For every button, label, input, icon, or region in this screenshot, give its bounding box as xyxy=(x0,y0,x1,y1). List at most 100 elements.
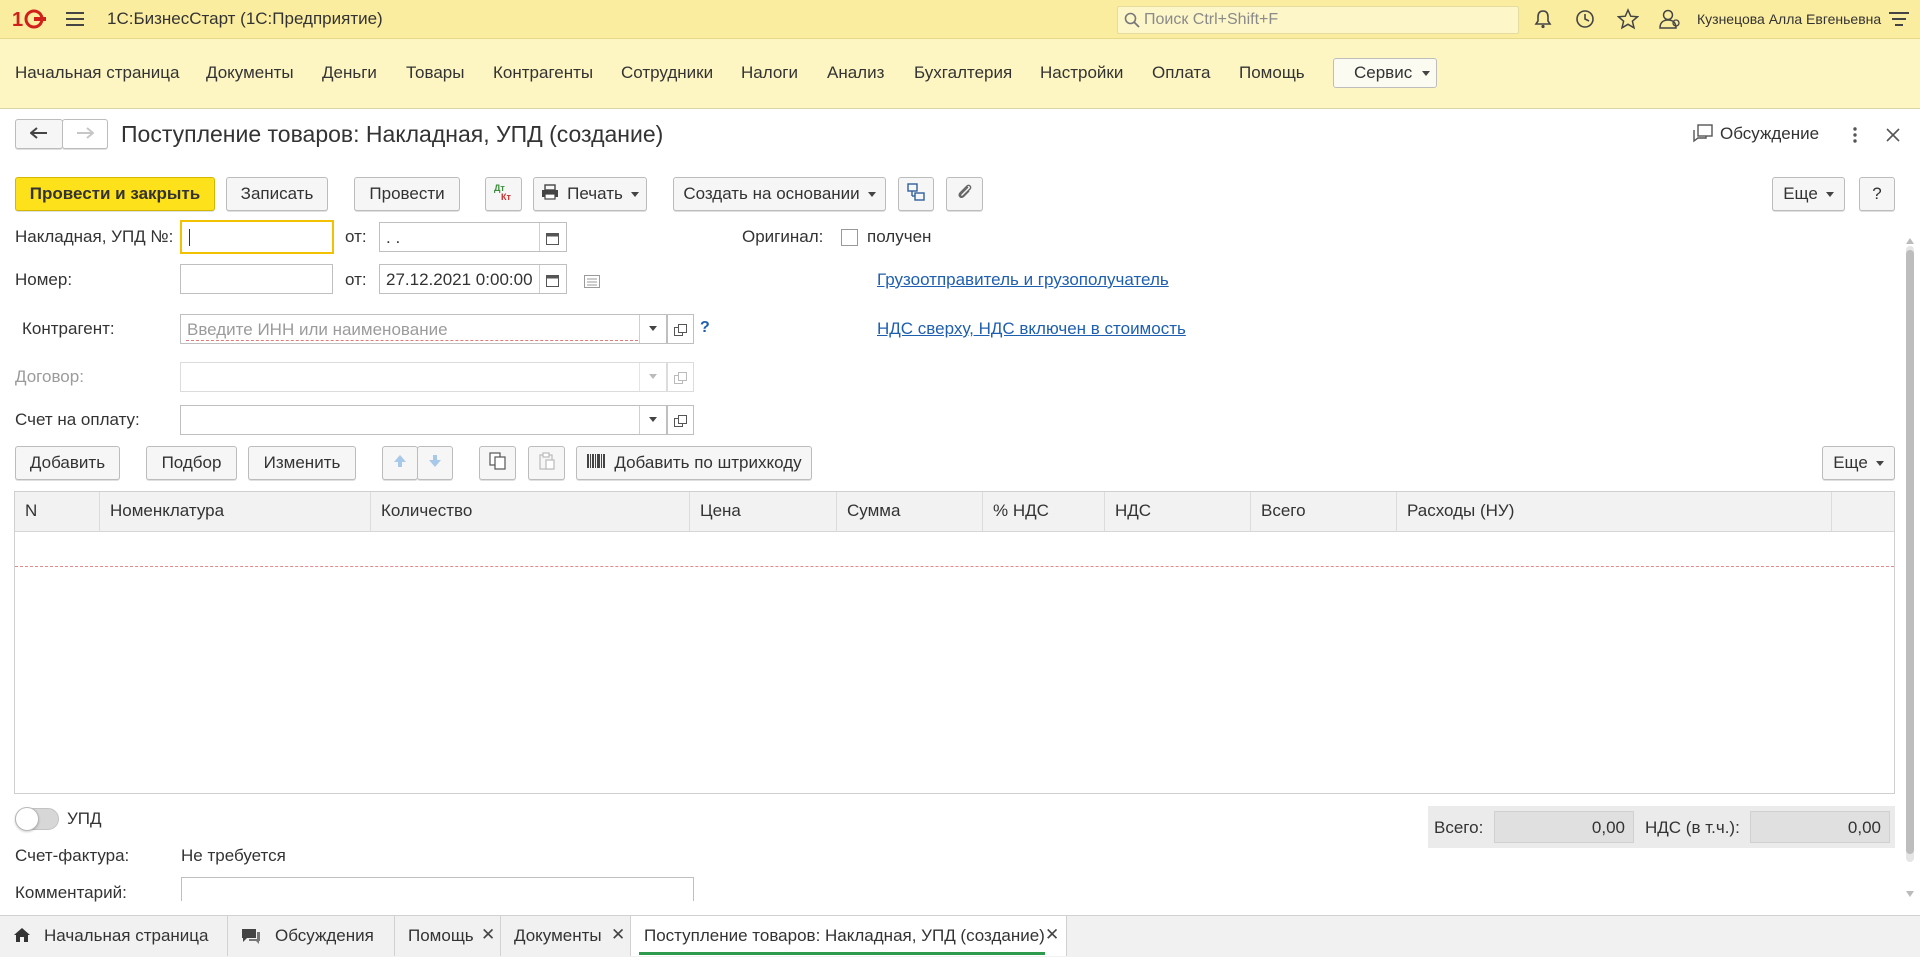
column-header-nomenclature[interactable]: Номенклатура xyxy=(100,492,371,531)
column-header-total[interactable]: Всего xyxy=(1251,492,1397,531)
favorites-star-icon[interactable] xyxy=(1616,8,1640,35)
column-header-vat[interactable]: НДС xyxy=(1105,492,1251,531)
notifications-icon[interactable] xyxy=(1533,9,1553,34)
add-by-barcode-button[interactable]: Добавить по штрихкоду xyxy=(576,446,812,480)
create-based-on-button[interactable]: Создать на основании xyxy=(673,177,886,211)
dt-kt-icon: Дт Кт xyxy=(493,182,515,207)
more-vertical-icon[interactable] xyxy=(1852,126,1858,149)
move-up-button[interactable] xyxy=(382,446,418,480)
sections-panel: Начальная страница Документы Деньги Това… xyxy=(0,39,1920,109)
vertical-scrollbar[interactable] xyxy=(1906,246,1914,862)
section-counterparties[interactable]: Контрагенты xyxy=(493,63,593,83)
empty-row-required-marker xyxy=(15,566,1894,567)
copy-icon xyxy=(488,451,507,475)
shipper-consignee-link[interactable]: Грузоотправитель и грузополучатель xyxy=(877,270,1169,290)
upd-toggle[interactable] xyxy=(15,807,59,831)
list-icon[interactable] xyxy=(584,273,600,293)
user-icon[interactable] xyxy=(1658,8,1682,35)
toggle-knob xyxy=(15,807,39,831)
section-taxes[interactable]: Налоги xyxy=(741,63,798,83)
pick-button[interactable]: Подбор xyxy=(146,446,237,480)
tab-documents[interactable]: Документы ✕ xyxy=(501,916,631,956)
change-button[interactable]: Изменить xyxy=(248,446,356,480)
section-analysis[interactable]: Анализ xyxy=(827,63,884,83)
move-down-button[interactable] xyxy=(417,446,453,480)
column-header-n[interactable]: N xyxy=(15,492,100,531)
close-icon[interactable] xyxy=(1886,127,1900,147)
section-money[interactable]: Деньги xyxy=(322,63,377,83)
tab-home[interactable]: Начальная страница xyxy=(0,916,228,956)
column-header-sum[interactable]: Сумма xyxy=(837,492,983,531)
tab-label: Документы xyxy=(514,926,602,945)
calendar-button[interactable] xyxy=(539,223,566,251)
paste-rows-button[interactable] xyxy=(528,446,565,480)
original-received-checkbox[interactable] xyxy=(841,229,858,246)
tab-discussions[interactable]: Обсуждения xyxy=(228,916,395,956)
counterparty-open-button[interactable] xyxy=(667,314,694,344)
back-button[interactable] xyxy=(15,119,63,149)
post-button[interactable]: Провести xyxy=(354,177,460,211)
copy-rows-button[interactable] xyxy=(479,446,516,480)
discussion-link[interactable]: Обсуждение xyxy=(1720,124,1819,144)
vat-mode-link[interactable]: НДС сверху, НДС включен в стоимость xyxy=(877,319,1186,339)
column-header-price[interactable]: Цена xyxy=(690,492,837,531)
settings-menu-icon[interactable] xyxy=(1889,11,1909,34)
section-payment[interactable]: Оплата xyxy=(1152,63,1210,83)
search-icon xyxy=(1124,12,1140,33)
text-cursor xyxy=(189,229,190,246)
1c-logo-icon[interactable]: 1 xyxy=(12,7,48,36)
tab-help[interactable]: Помощь ✕ xyxy=(395,916,501,956)
payment-invoice-open-button[interactable] xyxy=(667,405,694,435)
counterparty-field[interactable]: Введите ИНН или наименование xyxy=(180,314,667,344)
close-tab-icon[interactable]: ✕ xyxy=(481,925,495,945)
doc-date-field[interactable]: 27.12.2021 0:00:00 xyxy=(379,264,567,294)
column-header-vat-rate[interactable]: % НДС xyxy=(983,492,1105,531)
user-name[interactable]: Кузнецова Алла Евгеньевна xyxy=(1697,11,1881,27)
service-button[interactable]: Сервис xyxy=(1333,58,1437,88)
section-settings[interactable]: Настройки xyxy=(1040,63,1123,83)
section-employees[interactable]: Сотрудники xyxy=(621,63,713,83)
close-tab-icon[interactable]: ✕ xyxy=(1045,925,1059,945)
post-and-close-button[interactable]: Провести и закрыть xyxy=(15,177,215,211)
search-input[interactable]: Поиск Ctrl+Shift+F xyxy=(1117,6,1519,34)
original-received-label[interactable]: получен xyxy=(867,227,931,247)
counterparty-help-icon[interactable]: ? xyxy=(700,319,710,337)
section-goods[interactable]: Товары xyxy=(406,63,464,83)
forward-button[interactable] xyxy=(62,119,108,149)
scroll-down-icon[interactable] xyxy=(1905,883,1915,903)
more-button[interactable]: Еще xyxy=(1772,177,1845,211)
chevron-down-icon xyxy=(649,326,657,331)
open-window-icon xyxy=(674,413,687,433)
calendar-button[interactable] xyxy=(539,265,566,293)
column-header-filler xyxy=(1832,492,1894,531)
column-header-expenses[interactable]: Расходы (НУ) xyxy=(1397,492,1832,531)
discussion-icon[interactable] xyxy=(1692,124,1714,149)
comment-field[interactable] xyxy=(181,877,694,901)
column-header-quantity[interactable]: Количество xyxy=(371,492,690,531)
section-accounting[interactable]: Бухгалтерия xyxy=(914,63,1012,83)
save-button[interactable]: Записать xyxy=(226,177,328,211)
counterparty-dropdown-button[interactable] xyxy=(639,315,666,343)
payment-invoice-field[interactable] xyxy=(180,405,667,435)
main-menu-icon[interactable] xyxy=(66,11,84,32)
section-documents[interactable]: Документы xyxy=(206,63,294,83)
goods-table[interactable]: N Номенклатура Количество Цена Сумма % Н… xyxy=(14,491,1895,794)
print-button[interactable]: Печать xyxy=(533,177,647,211)
dt-kt-button[interactable]: Дт Кт xyxy=(485,177,522,211)
table-more-button[interactable]: Еще xyxy=(1822,446,1895,480)
scrollbar-thumb[interactable] xyxy=(1906,250,1914,854)
structure-button[interactable] xyxy=(898,177,934,211)
tab-goods-receipt-active[interactable]: Поступление товаров: Накладная, УПД (соз… xyxy=(631,916,1067,956)
payment-invoice-dropdown-button[interactable] xyxy=(639,406,666,434)
attach-button[interactable] xyxy=(946,177,983,211)
invoice-number-field[interactable] xyxy=(180,220,334,254)
add-row-button[interactable]: Добавить xyxy=(15,446,120,480)
close-tab-icon[interactable]: ✕ xyxy=(611,925,625,945)
help-button[interactable]: ? xyxy=(1859,177,1895,211)
section-home[interactable]: Начальная страница xyxy=(15,63,180,83)
section-help[interactable]: Помощь xyxy=(1239,63,1305,83)
history-icon[interactable] xyxy=(1575,9,1595,34)
number-field[interactable] xyxy=(180,264,333,294)
invoice-date-field[interactable]: . . xyxy=(379,222,567,252)
invoice-date-value: . . xyxy=(386,228,401,247)
